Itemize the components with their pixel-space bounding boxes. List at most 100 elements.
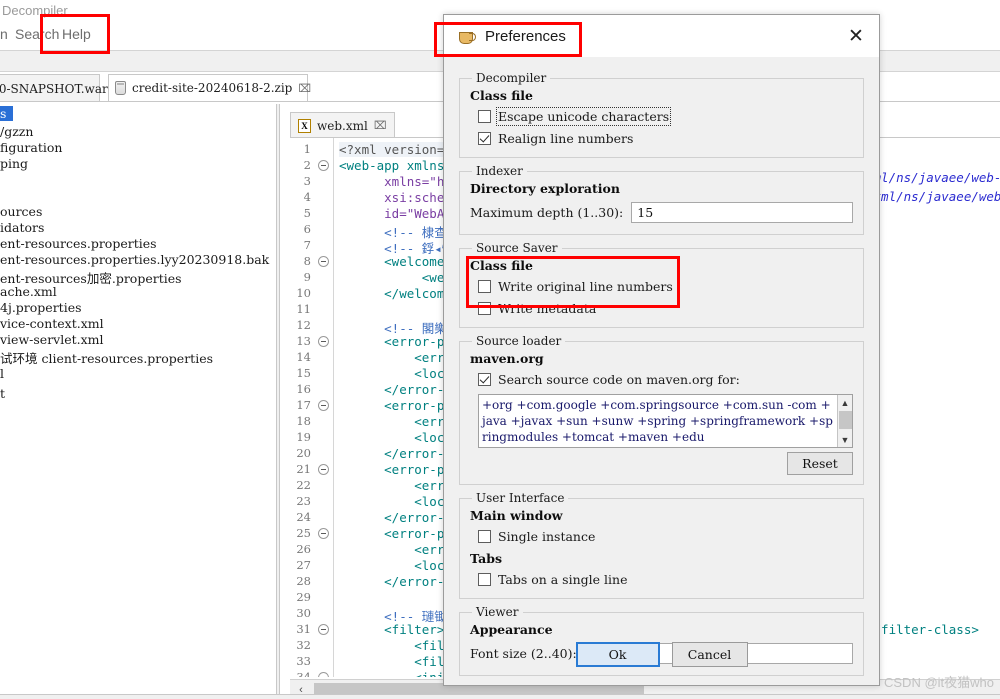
checkbox-escape-unicode-characters[interactable]: Escape unicode characters	[478, 107, 853, 126]
group-user-interface: User Interface Main window Single instan…	[459, 491, 864, 599]
line-number: 33	[296, 654, 311, 668]
fold-collapse-icon[interactable]	[318, 464, 329, 475]
tree-item[interactable]: idators	[0, 220, 44, 235]
subhead-class-file: Class file	[470, 88, 534, 103]
fold-collapse-icon[interactable]	[318, 624, 329, 635]
maximum-depth-input[interactable]: 15	[631, 202, 853, 223]
ide-window-title: Decompiler	[2, 3, 68, 18]
tree-item[interactable]: view-servlet.xml	[0, 332, 104, 347]
checkbox-box-icon[interactable]	[478, 573, 491, 586]
group-source-saver: Source Saver Class file Write original l…	[459, 241, 864, 328]
line-number: 13	[296, 334, 311, 348]
checkbox-box-icon[interactable]	[478, 280, 491, 293]
archive-icon	[115, 81, 126, 95]
line-number: 17	[296, 398, 311, 412]
checkbox-single-instance[interactable]: Single instance	[478, 529, 853, 544]
tree-item[interactable]: /gzzn	[0, 124, 33, 139]
fold-collapse-icon[interactable]	[318, 672, 329, 677]
line-number: 32	[296, 638, 311, 652]
group-legend-indexer: Indexer	[476, 164, 523, 178]
line-number: 31	[296, 622, 311, 636]
watermark: CSDN @it夜猫who	[884, 675, 994, 690]
fold-collapse-icon[interactable]	[318, 400, 329, 411]
maven-filters-textarea[interactable]: +org +com.google +com.springsource +com.…	[478, 394, 853, 448]
code-fragment-schema-2: /xml/ns/javaee/web-	[866, 189, 1000, 204]
checkbox-label: Realign line numbers	[498, 131, 634, 146]
tree-item[interactable]: 4j.properties	[0, 300, 82, 315]
tree-item[interactable]: ent-resources.properties	[0, 236, 157, 251]
checkbox-box-icon[interactable]	[478, 132, 491, 145]
line-number: 34	[296, 670, 311, 677]
cancel-button[interactable]: Cancel	[671, 642, 748, 667]
editor-tab-label: web.xml	[317, 118, 368, 133]
editor-tab-webxml[interactable]: X web.xml ⌧	[290, 112, 395, 138]
subhead-maven-org: maven.org	[470, 351, 544, 366]
chevron-up-icon[interactable]: ▲	[838, 395, 853, 410]
line-number: 25	[296, 526, 311, 540]
menu-item-help[interactable]: Help	[62, 26, 91, 42]
tree-item-selected[interactable]: s	[0, 106, 13, 121]
tree-item[interactable]: 试环境 client-resources.properties	[0, 348, 213, 367]
scrollbar-thumb[interactable]	[838, 411, 852, 429]
textarea-scrollbar[interactable]: ▲ ▼	[837, 395, 852, 447]
checkbox-tabs-on-a-single-line[interactable]: Tabs on a single line	[478, 572, 853, 587]
fold-collapse-icon[interactable]	[318, 336, 329, 347]
checkbox-label: Write original line numbers	[498, 279, 673, 294]
group-source-loader: Source loader maven.org Search source co…	[459, 334, 864, 485]
checkbox-write-metadata[interactable]: Write metadata	[478, 301, 853, 316]
line-number: 14	[296, 350, 311, 364]
line-number: 29	[296, 590, 311, 604]
tree-item[interactable]: l	[0, 366, 4, 381]
menu-item-n[interactable]: n	[0, 26, 8, 42]
line-number: 7	[303, 238, 311, 252]
file-tab-war[interactable]: .0-SNAPSHOT.war ⌧	[0, 74, 126, 102]
tree-item[interactable]: ources	[0, 204, 42, 219]
ok-button[interactable]: Ok	[575, 642, 660, 667]
preferences-dialog: Preferences ✕ Decompiler Class file Esca…	[443, 14, 880, 686]
line-number: 18	[296, 414, 311, 428]
checkbox-write-original-line-numbers[interactable]: Write original line numbers	[478, 279, 853, 294]
fold-collapse-icon[interactable]	[318, 256, 329, 267]
group-decompiler: Decompiler Class file Escape unicode cha…	[459, 71, 864, 158]
tree-item[interactable]: ent-resources.properties.lyy20230918.bak	[0, 252, 269, 267]
dialog-title: Preferences	[485, 27, 566, 45]
checkbox-box-icon[interactable]	[478, 530, 491, 543]
fold-collapse-icon[interactable]	[318, 528, 329, 539]
group-legend-source-saver: Source Saver	[476, 241, 558, 255]
group-legend-viewer: Viewer	[476, 605, 519, 619]
project-tree-panel[interactable]: s /gzzn figuration ping ources idators e…	[0, 104, 276, 699]
field-maximum-depth: Maximum depth (1..30): 15	[470, 202, 853, 223]
checkbox-box-icon[interactable]	[478, 110, 491, 123]
checkbox-label: Tabs on a single line	[498, 572, 628, 587]
panel-splitter[interactable]	[276, 104, 280, 699]
menu-item-search[interactable]: Search	[15, 26, 59, 42]
tree-item[interactable]: figuration	[0, 140, 62, 155]
line-number: 5	[303, 206, 311, 220]
checkbox-search-source-code-on-maven[interactable]: Search source code on maven.org for:	[478, 372, 853, 387]
close-icon[interactable]: ✕	[833, 15, 879, 57]
tree-item[interactable]: t	[0, 386, 5, 401]
close-icon[interactable]: ⌧	[374, 119, 387, 132]
line-number: 15	[296, 366, 311, 380]
checkbox-label: Search source code on maven.org for:	[498, 372, 740, 387]
group-indexer: Indexer Directory exploration Maximum de…	[459, 164, 864, 235]
file-tab-zip[interactable]: credit-site-20240618-2.zip ⌧	[108, 74, 311, 102]
file-tab-label: .0-SNAPSHOT.war	[0, 81, 108, 96]
editor-tab-bar: X web.xml ⌧	[290, 112, 395, 138]
chevron-down-icon[interactable]: ▼	[838, 432, 853, 447]
subhead-tabs: Tabs	[470, 551, 502, 566]
checkbox-realign-line-numbers[interactable]: Realign line numbers	[478, 131, 853, 146]
reset-button[interactable]: Reset	[787, 452, 853, 475]
fold-collapse-icon[interactable]	[318, 160, 329, 171]
close-icon[interactable]: ⌧	[298, 82, 311, 95]
editor-gutter: 1 2 3 4 5 6 7 8 9 10 11 12 13 14 15 16 17 18 19 20 21 22 23 24 2…	[290, 138, 334, 677]
group-legend-decompiler: Decompiler	[476, 71, 547, 85]
tree-item[interactable]: ache.xml	[0, 284, 57, 299]
tree-item[interactable]: ping	[0, 156, 28, 171]
line-number: 23	[296, 494, 311, 508]
line-number: 24	[296, 510, 311, 524]
checkbox-box-icon[interactable]	[478, 373, 491, 386]
checkbox-box-icon[interactable]	[478, 302, 491, 315]
tree-item[interactable]: vice-context.xml	[0, 316, 104, 331]
field-label: Maximum depth (1..30):	[470, 205, 624, 220]
